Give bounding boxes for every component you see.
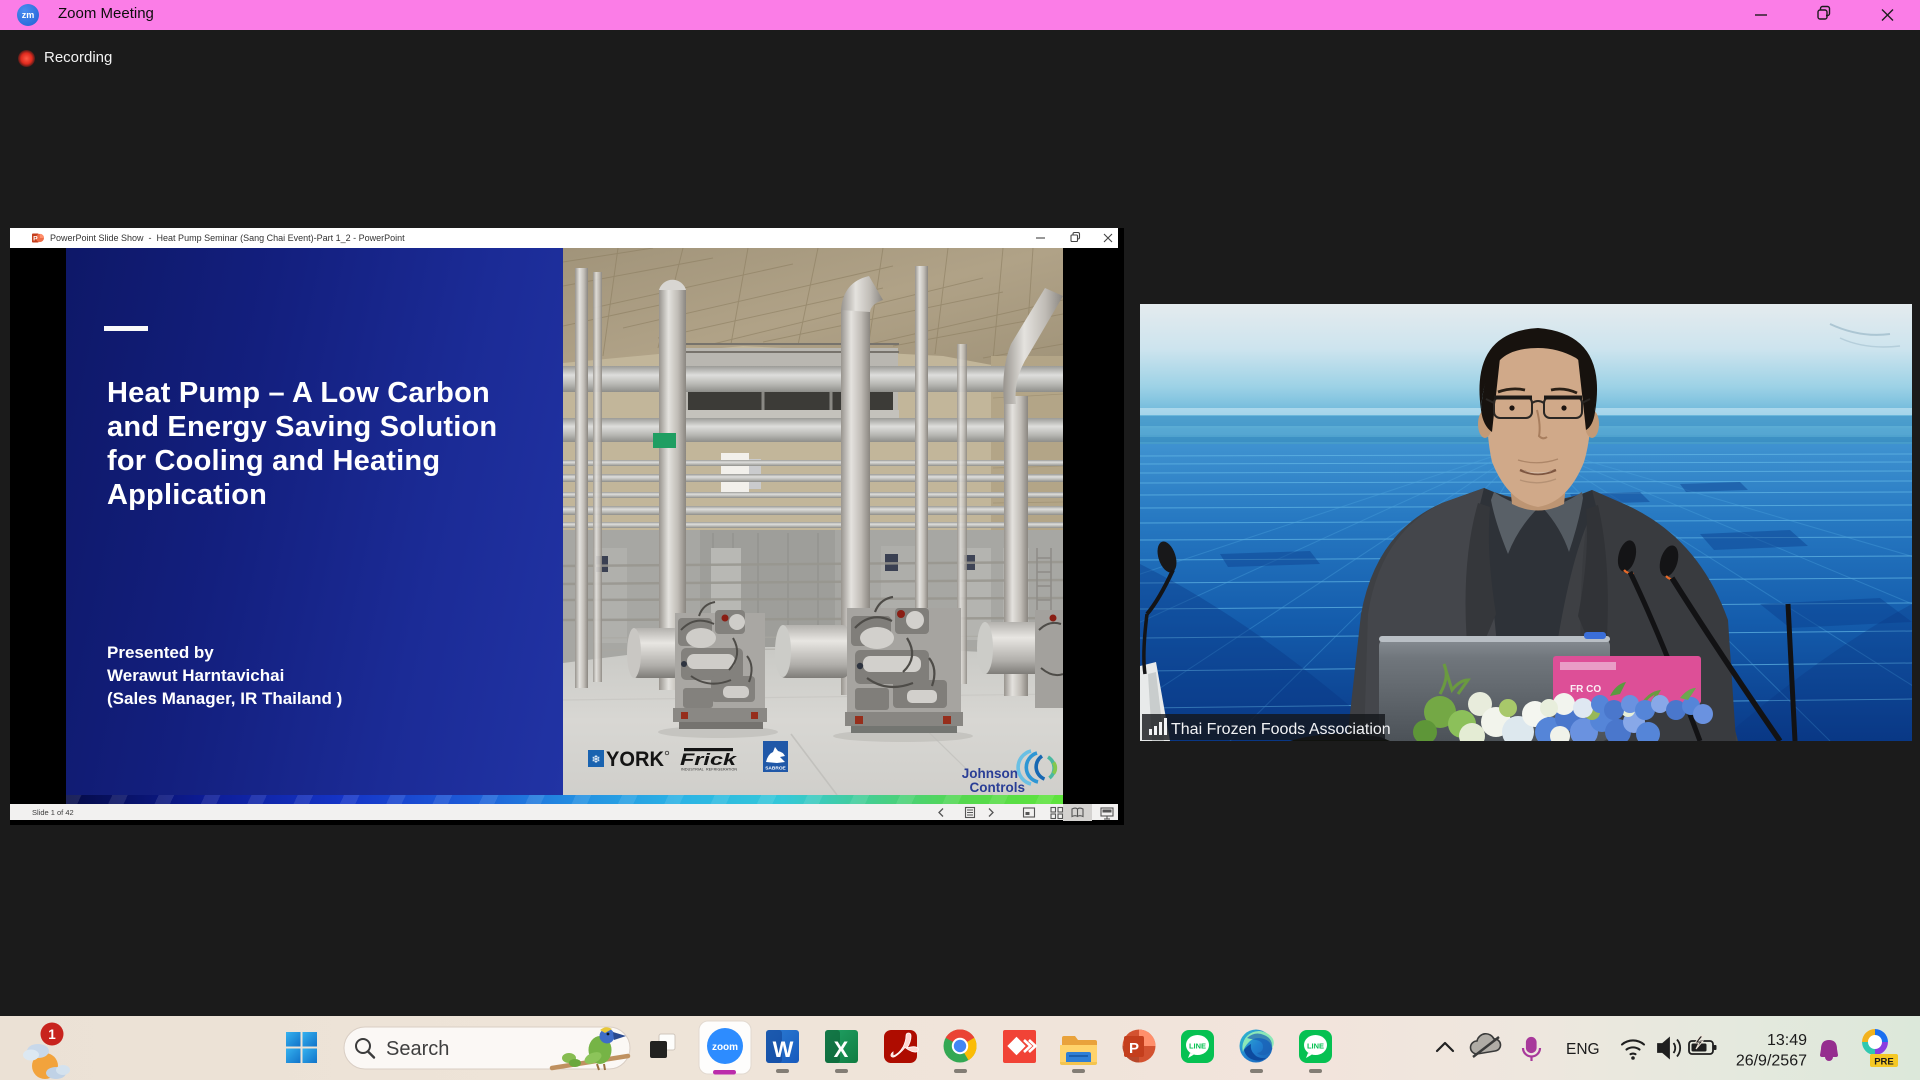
svg-text:Thai Frozen Foods Association: Thai Frozen Foods Association xyxy=(1171,721,1391,738)
svg-text:X: X xyxy=(834,1037,849,1062)
svg-text:PRE: PRE xyxy=(1874,1057,1894,1068)
svg-text:Search: Search xyxy=(386,1038,449,1060)
svg-text:P: P xyxy=(33,236,38,243)
svg-text:zoom: zoom xyxy=(712,1042,738,1053)
svg-text:1: 1 xyxy=(48,1027,56,1042)
svg-text:Controls: Controls xyxy=(970,780,1026,795)
svg-text:26/9/2567: 26/9/2567 xyxy=(1736,1053,1807,1070)
svg-text:FR CO: FR CO xyxy=(1570,684,1601,695)
svg-text:13:49: 13:49 xyxy=(1767,1032,1807,1049)
svg-text:Frick: Frick xyxy=(680,751,737,769)
svg-text:W: W xyxy=(773,1037,794,1062)
svg-text:❄: ❄ xyxy=(591,754,600,766)
svg-text:YORK: YORK xyxy=(606,747,664,771)
svg-text:P: P xyxy=(1129,1040,1139,1057)
svg-text:Johnson: Johnson xyxy=(962,766,1018,781)
svg-text:LINE: LINE xyxy=(1189,1042,1206,1051)
svg-text:INDUSTRIAL REFRIGERATION: INDUSTRIAL REFRIGERATION xyxy=(681,768,737,772)
svg-text:ENG: ENG xyxy=(1566,1041,1600,1058)
svg-text:SABROE: SABROE xyxy=(765,766,786,772)
svg-text:LINE: LINE xyxy=(1307,1042,1324,1051)
